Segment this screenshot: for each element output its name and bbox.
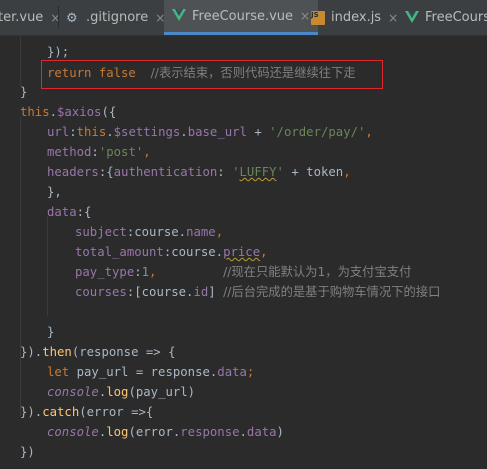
tab-label: index.js — [331, 10, 382, 25]
js-file-icon: JS — [311, 10, 325, 25]
tab-freecourse-vue[interactable]: FreeCourse.vue × — [164, 0, 319, 35]
code-line: let pay_url = response.data; — [47, 365, 255, 379]
code-editor[interactable]: }); return false //表示结束，否则代码还是继续往下走 } th… — [0, 36, 487, 469]
code-line: }) — [20, 445, 35, 459]
tab-gitignore[interactable]: ⚙ .gitignore × — [66, 0, 165, 35]
tab-divider — [58, 6, 59, 28]
code-line: }).then(response => { — [20, 345, 176, 359]
code-line: courses:[course.id] //后台完成的是基于购物车情况下的接口 — [75, 285, 441, 299]
vue-icon — [172, 9, 186, 23]
code-line: }).catch(error =>{ — [20, 405, 154, 419]
tab-freecourse-2[interactable]: FreeCourse — [405, 0, 487, 35]
code-line: } — [47, 325, 55, 339]
code-line: method:'post', — [47, 145, 151, 159]
vue-icon — [405, 10, 419, 25]
code-line: }, — [47, 185, 62, 199]
code-line: }); — [47, 45, 70, 59]
code-line: data:{ — [47, 205, 92, 219]
code-line: this.$axios({ — [20, 105, 117, 119]
close-icon[interactable]: × — [388, 11, 398, 25]
code-line: pay_type:1, //现在只能默认为1，为支付宝支付 — [75, 265, 412, 279]
close-icon[interactable]: × — [300, 9, 310, 23]
code-line: url:this.$settings.base_url + '/order/pa… — [47, 125, 373, 139]
gear-icon: ⚙ — [66, 10, 78, 26]
code-line: total_amount:course.price, — [75, 245, 268, 259]
code-line: headers:{authentication: 'LUFFY' + token… — [47, 165, 351, 179]
code-line: console.log(error.response.data) — [47, 425, 284, 439]
tab-label: FreeCourse — [425, 10, 487, 25]
tab-label: FreeCourse.vue — [192, 8, 294, 24]
code-line: subject:course.name, — [75, 225, 224, 239]
tab-label: .gitignore — [86, 10, 149, 25]
editor-tab-bar: ter.vue × ⚙ .gitignore × FreeCourse.vue … — [0, 0, 487, 36]
code-line: console.log(pay_url) — [47, 385, 196, 399]
red-highlight-box — [41, 60, 383, 89]
code-line: } — [20, 85, 28, 99]
tab-label: ter.vue — [0, 10, 44, 25]
tab-ter-vue[interactable]: ter.vue × — [0, 0, 60, 35]
tab-index-js[interactable]: JS index.js × — [311, 0, 398, 35]
